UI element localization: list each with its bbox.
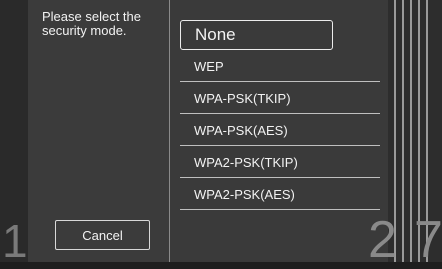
- decorative-bar: [410, 0, 412, 262]
- option-wpa2-psk-aes[interactable]: WPA2-PSK(AES): [180, 180, 380, 210]
- left-panel: Please select the security mode. Cancel: [28, 0, 170, 262]
- option-wpa-psk-tkip[interactable]: WPA-PSK(TKIP): [180, 84, 380, 114]
- step-number-next: 7: [414, 211, 442, 269]
- option-wpa2-psk-tkip[interactable]: WPA2-PSK(TKIP): [180, 148, 380, 178]
- security-mode-list: None WEP WPA-PSK(TKIP) WPA-PSK(AES) WPA2…: [180, 20, 380, 212]
- options-panel: None WEP WPA-PSK(TKIP) WPA-PSK(AES) WPA2…: [170, 0, 388, 262]
- option-wpa-psk-aes[interactable]: WPA-PSK(AES): [180, 116, 380, 146]
- step-number-current: 2: [368, 211, 397, 269]
- option-wep[interactable]: WEP: [180, 52, 380, 82]
- prompt-text: Please select the security mode.: [42, 9, 142, 38]
- cancel-button[interactable]: Cancel: [55, 220, 150, 250]
- step-number-left: 1: [2, 215, 28, 267]
- decorative-bar: [402, 0, 404, 262]
- security-mode-dialog: Please select the security mode. Cancel …: [0, 0, 442, 267]
- option-none[interactable]: None: [180, 20, 333, 50]
